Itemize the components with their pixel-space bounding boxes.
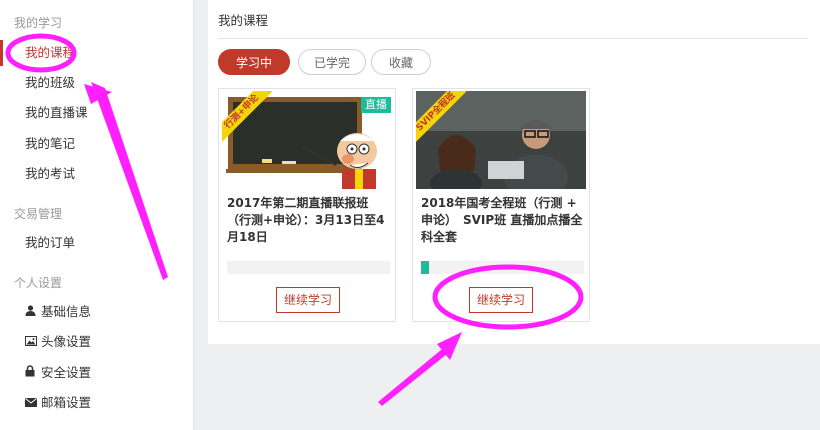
sidebar-item-label: 安全设置 xyxy=(41,365,92,380)
user-icon xyxy=(25,302,39,324)
active-indicator xyxy=(0,40,3,66)
continue-learning-button[interactable]: 继续学习 xyxy=(469,287,533,313)
course-title[interactable]: 2017年第二期直播联报班（行测+申论）：3月13日至4月18日 xyxy=(227,195,389,246)
sidebar-item-security-settings[interactable]: 安全设置 xyxy=(25,362,91,384)
course-card[interactable]: 行测+申论 直播 2017年第二期直播联报班（行测+申论）：3月13日至4月18… xyxy=(218,88,396,322)
course-card[interactable]: SVIP全程班 2018年国考全程班（行测 + 申论） SVIP班 直播加点播全… xyxy=(412,88,590,322)
sidebar: 我的学习 我的课程 我的班级 我的直播课 我的笔记 我的考试 交易管理 我的订单… xyxy=(0,0,194,430)
lock-icon xyxy=(25,363,39,385)
course-thumbnail: SVIP全程班 xyxy=(416,91,586,189)
sidebar-item-my-orders[interactable]: 我的订单 xyxy=(25,232,75,254)
page-title: 我的课程 xyxy=(218,13,269,28)
sidebar-item-label: 基础信息 xyxy=(41,304,92,319)
sidebar-item-my-notes[interactable]: 我的笔记 xyxy=(25,133,75,155)
sidebar-item-avatar-settings[interactable]: 头像设置 xyxy=(25,331,91,353)
sidebar-item-label: 邮箱设置 xyxy=(41,395,92,410)
divider xyxy=(218,38,808,39)
course-title[interactable]: 2018年国考全程班（行测 + 申论） SVIP班 直播加点播全科全套 xyxy=(421,195,583,246)
image-icon xyxy=(25,332,39,354)
main-panel: 我的课程 学习中 已学完 收藏 行测+申论 直播 2017年第二期直播联报班（行… xyxy=(208,0,820,344)
progress-bar xyxy=(421,261,584,274)
sidebar-item-my-live-courses[interactable]: 我的直播课 xyxy=(25,102,88,124)
annotation-arrow xyxy=(378,345,452,406)
tab-favorites[interactable]: 收藏 xyxy=(371,49,431,75)
tab-completed[interactable]: 已学完 xyxy=(298,49,366,75)
envelope-icon xyxy=(25,393,39,415)
group-title-personal-settings: 个人设置 xyxy=(14,276,63,290)
sidebar-item-label: 头像设置 xyxy=(41,334,92,349)
sidebar-item-my-classes[interactable]: 我的班级 xyxy=(25,72,75,94)
tab-learning[interactable]: 学习中 xyxy=(218,49,290,75)
group-title-transactions: 交易管理 xyxy=(14,207,63,221)
sidebar-item-email-settings[interactable]: 邮箱设置 xyxy=(25,392,91,414)
sidebar-item-basic-info[interactable]: 基础信息 xyxy=(25,301,91,323)
sidebar-item-my-exams[interactable]: 我的考试 xyxy=(25,163,75,185)
progress-fill xyxy=(421,261,430,274)
progress-bar xyxy=(227,261,390,274)
sidebar-item-my-courses[interactable]: 我的课程 xyxy=(25,42,75,64)
course-thumbnail: 行测+申论 直播 xyxy=(222,91,392,189)
continue-learning-button[interactable]: 继续学习 xyxy=(276,287,340,313)
group-title-learning: 我的学习 xyxy=(14,16,63,30)
live-badge: 直播 xyxy=(361,97,391,113)
